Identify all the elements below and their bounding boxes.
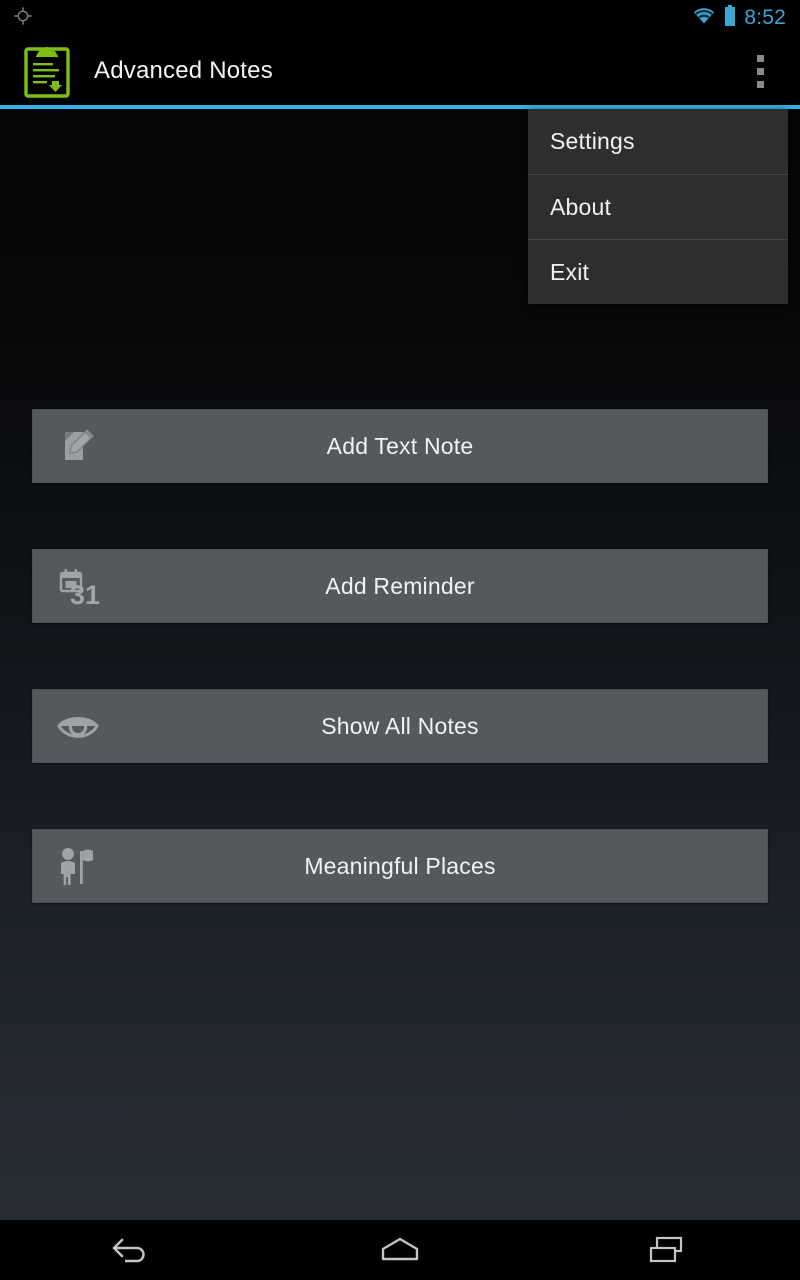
back-arrow-icon[interactable]: [73, 1220, 193, 1280]
menu-item-about[interactable]: About: [528, 174, 788, 239]
wifi-icon: [692, 6, 716, 31]
svg-text:31: 31: [70, 580, 100, 610]
add-reminder-button[interactable]: 31 Add Reminder: [32, 549, 768, 623]
clipboard-notes-icon: [22, 44, 72, 98]
overflow-dot: [756, 80, 764, 88]
person-flag-icon: [51, 839, 105, 893]
menu-item-exit[interactable]: Exit: [528, 239, 788, 304]
overflow-dot: [756, 54, 764, 62]
status-bar: 8:52: [0, 0, 800, 36]
overflow-dot: [756, 67, 764, 75]
gps-crosshair-icon: [12, 5, 34, 32]
button-label: Add Text Note: [326, 432, 474, 459]
recent-apps-icon[interactable]: [607, 1220, 727, 1280]
calendar-31-icon: 31: [51, 559, 105, 613]
add-text-note-button[interactable]: Add Text Note: [32, 409, 768, 483]
battery-icon: [724, 4, 736, 32]
action-bar: Advanced Notes: [0, 36, 800, 106]
button-label: Meaningful Places: [304, 852, 496, 879]
android-screen: 8:52 Advanced Notes Add Text Note 31 Add…: [0, 0, 800, 1280]
menu-item-label: About: [550, 193, 612, 220]
page-title: Advanced Notes: [94, 57, 273, 84]
note-edit-icon: [51, 419, 105, 473]
menu-item-label: Exit: [550, 258, 590, 285]
menu-item-settings[interactable]: Settings: [528, 109, 788, 174]
show-all-notes-button[interactable]: Show All Notes: [32, 689, 768, 763]
home-icon[interactable]: [340, 1220, 460, 1280]
button-label: Show All Notes: [321, 712, 479, 739]
overflow-menu-icon[interactable]: [738, 43, 782, 99]
meaningful-places-button[interactable]: Meaningful Places: [32, 829, 768, 903]
button-label: Add Reminder: [325, 572, 475, 599]
status-bar-left: [0, 5, 34, 32]
eye-icon: [51, 699, 105, 753]
navigation-bar: [0, 1220, 800, 1280]
menu-item-label: Settings: [550, 128, 635, 154]
status-bar-clock: 8:52: [744, 6, 786, 29]
overflow-dropdown-menu: Settings About Exit: [528, 109, 788, 304]
status-bar-right: 8:52: [692, 4, 800, 32]
